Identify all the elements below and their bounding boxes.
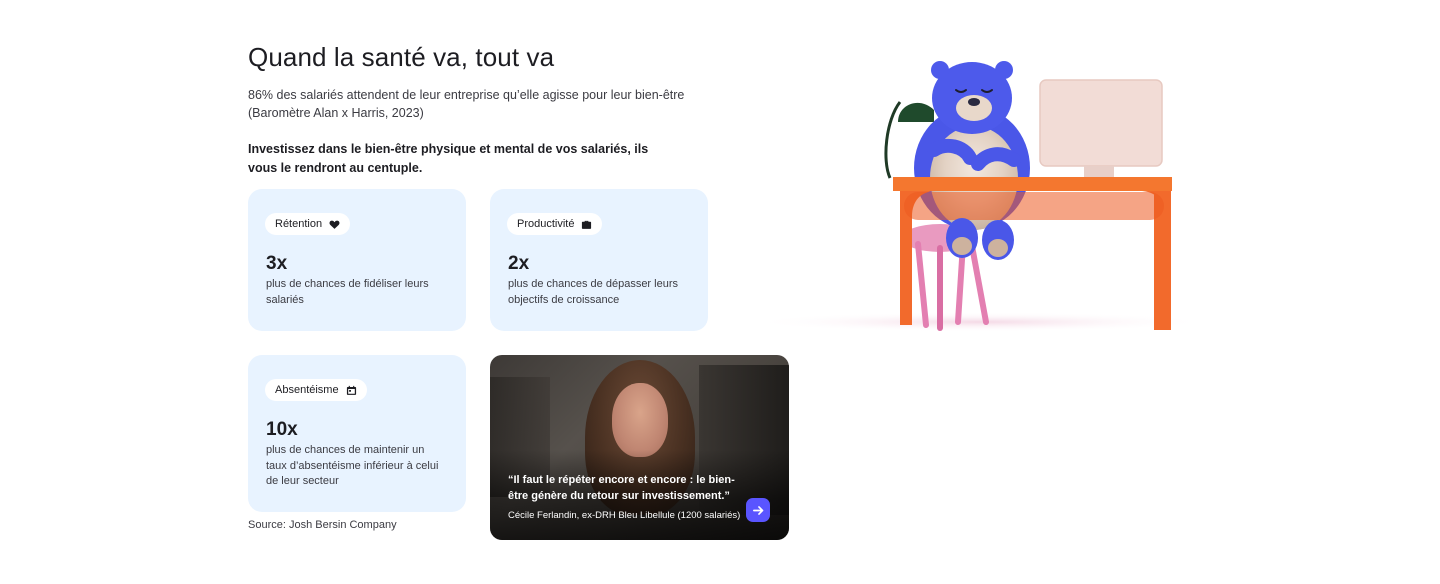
testimonial-video-card[interactable]: “Il faut le répéter encore et encore : l… — [490, 355, 789, 540]
play-video-button[interactable] — [746, 498, 770, 522]
stat-description: plus de chances de dépasser leurs object… — [508, 278, 678, 306]
testimonial-author: Cécile Ferlandin, ex-DRH Bleu Libellule … — [508, 510, 741, 521]
briefcase-icon — [582, 220, 592, 229]
stat-card-retention: Rétention 3x plus de chances de fidélise… — [248, 189, 466, 331]
stat-tag: Absentéisme — [265, 379, 367, 401]
source-note: Source: Josh Bersin Company — [248, 519, 397, 531]
stat-tag-label: Productivité — [517, 218, 575, 230]
heart-icon — [329, 220, 340, 229]
intro-statistic: 86% des salariés attendent de leur entre… — [248, 88, 685, 102]
testimonial-quote: “Il faut le répéter encore et encore : l… — [508, 474, 735, 502]
intro-text: 86% des salariés attendent de leur entre… — [248, 86, 698, 122]
stat-value: 10x — [266, 419, 298, 440]
stat-card-productivity: Productivité 2x plus de chances de dépas… — [490, 189, 708, 331]
lead-text: Investissez dans le bien-être physique e… — [248, 142, 649, 175]
stat-tag-label: Absentéisme — [275, 384, 339, 396]
intro-source: (Baromètre Alan x Harris, 2023) — [248, 106, 424, 120]
stat-tag: Productivité — [507, 213, 603, 235]
stat-description: plus de chances de maintenir un taux d’a… — [266, 444, 439, 487]
calendar-icon — [346, 385, 356, 395]
mascot-illustration — [750, 61, 1190, 332]
stat-tag-label: Rétention — [275, 218, 323, 230]
arrow-right-icon — [752, 505, 763, 515]
lamp-icon — [884, 101, 902, 179]
stat-value: 2x — [508, 253, 530, 274]
stat-card-absenteeism: Absentéisme 10x plus de chances de maint… — [248, 355, 466, 512]
monitor-icon — [1040, 80, 1162, 166]
stat-description: plus de chances de fidéliser leurs salar… — [266, 278, 429, 306]
stat-tag: Rétention — [265, 213, 351, 235]
stat-value: 3x — [266, 253, 288, 274]
page-title: Quand la santé va, tout va — [248, 42, 555, 72]
